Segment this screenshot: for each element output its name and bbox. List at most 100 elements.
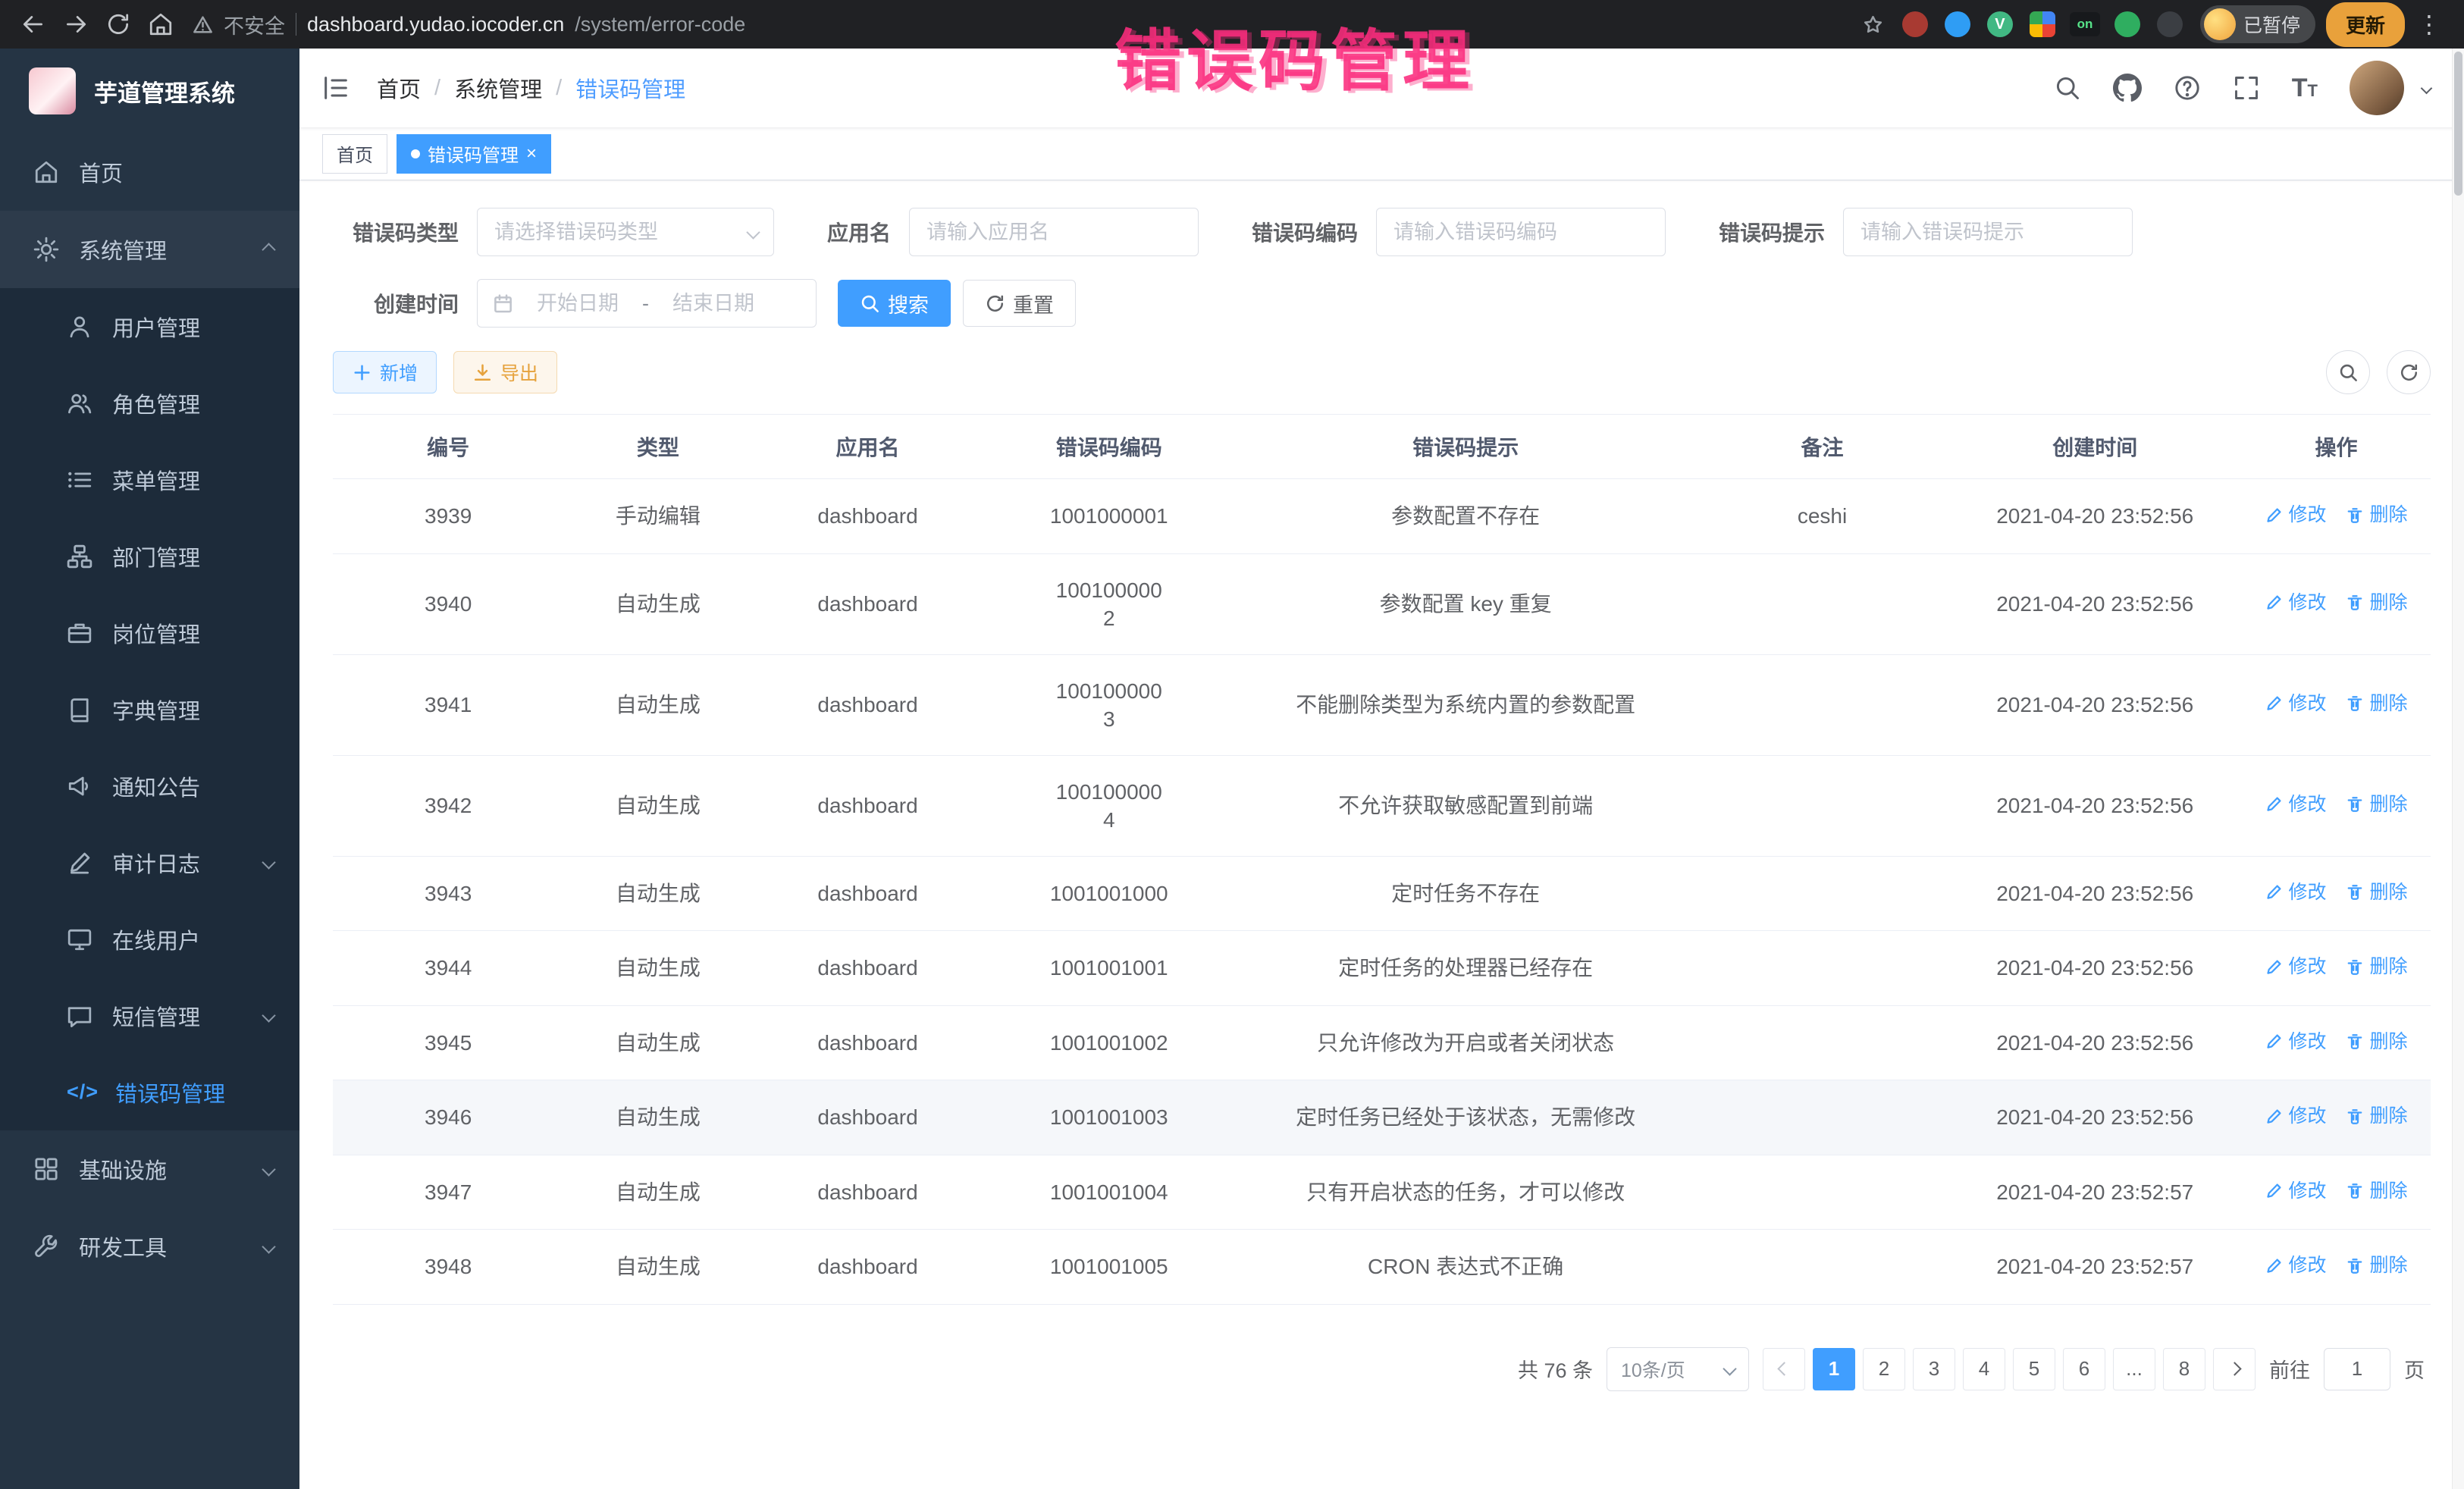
bookmark-star-icon[interactable]	[1863, 14, 1883, 35]
extension-icon-blue[interactable]	[1942, 8, 1973, 40]
error-type-select[interactable]	[477, 208, 774, 256]
page-button[interactable]: 2	[1863, 1348, 1905, 1390]
github-icon[interactable]	[2113, 74, 2142, 102]
font-size-icon[interactable]: TT	[2292, 74, 2318, 103]
download-icon	[472, 362, 493, 383]
edit-link[interactable]: 修改	[2265, 501, 2326, 529]
app-name-field[interactable]	[909, 208, 1199, 256]
search-icon[interactable]	[2054, 74, 2081, 102]
browser-back-button[interactable]	[14, 5, 53, 44]
toggle-search-button[interactable]	[2326, 350, 2370, 394]
page-button[interactable]: 4	[1963, 1348, 2005, 1390]
page-button[interactable]: ...	[2113, 1348, 2155, 1390]
user-avatar[interactable]	[2350, 61, 2404, 115]
error-message-input[interactable]	[1859, 220, 2117, 245]
sidebar-item-audit-log[interactable]: 审计日志	[0, 824, 299, 901]
page-button[interactable]: 3	[1913, 1348, 1955, 1390]
tab-home[interactable]: 首页	[322, 134, 387, 174]
page-size-select[interactable]: 10条/页	[1607, 1347, 1749, 1391]
sidebar-item-label: 首页	[79, 156, 123, 188]
delete-link[interactable]: 删除	[2346, 1252, 2407, 1280]
error-code-input[interactable]	[1392, 220, 1650, 245]
chevron-down-icon[interactable]	[2421, 82, 2433, 94]
edit-link[interactable]: 修改	[2265, 1102, 2326, 1130]
page-button[interactable]: 8	[2163, 1348, 2205, 1390]
breadcrumb-section[interactable]: 系统管理	[454, 72, 542, 104]
tab-error-code-management[interactable]: 错误码管理 ×	[397, 134, 551, 174]
delete-link-label: 删除	[2369, 589, 2407, 617]
add-button[interactable]: 新增	[333, 351, 437, 393]
extension-icon-vue-devtools[interactable]: V	[1984, 8, 2016, 40]
delete-link[interactable]: 删除	[2346, 690, 2407, 718]
browser-forward-button[interactable]	[56, 5, 96, 44]
sidebar-item-dev-tools[interactable]: 研发工具	[0, 1208, 299, 1285]
sidebar-item-role-management[interactable]: 角色管理	[0, 365, 299, 441]
edit-link[interactable]: 修改	[2265, 953, 2326, 981]
sidebar-item-system-management[interactable]: 系统管理	[0, 211, 299, 288]
page-button[interactable]: 5	[2013, 1348, 2055, 1390]
edit-link[interactable]: 修改	[2265, 1252, 2326, 1280]
export-button[interactable]: 导出	[453, 351, 557, 393]
edit-link[interactable]: 修改	[2265, 690, 2326, 718]
help-icon[interactable]	[2174, 74, 2201, 102]
page-button[interactable]: 1	[1813, 1348, 1855, 1390]
error-type-select-input[interactable]	[493, 220, 741, 245]
sidebar-item-post-management[interactable]: 岗位管理	[0, 594, 299, 671]
delete-link[interactable]: 删除	[2346, 1177, 2407, 1205]
edit-link[interactable]: 修改	[2265, 791, 2326, 819]
delete-link[interactable]: 删除	[2346, 879, 2407, 907]
browser-update-button[interactable]: 更新	[2326, 2, 2405, 47]
sidebar-item-notice[interactable]: 通知公告	[0, 748, 299, 824]
delete-link[interactable]: 删除	[2346, 589, 2407, 617]
sidebar-item-error-code-management[interactable]: </> 错误码管理	[0, 1054, 299, 1130]
delete-link[interactable]: 删除	[2346, 501, 2407, 529]
delete-link[interactable]: 删除	[2346, 953, 2407, 981]
date-range-picker[interactable]: -	[477, 279, 817, 328]
delete-link[interactable]: 删除	[2346, 1102, 2407, 1130]
close-icon[interactable]: ×	[526, 145, 537, 163]
browser-home-button[interactable]	[141, 5, 180, 44]
start-date-input[interactable]	[521, 291, 635, 316]
previous-page-button[interactable]	[1763, 1348, 1805, 1390]
sidebar-item-home[interactable]: 首页	[0, 133, 299, 211]
browser-profile-chip[interactable]: 已暂停	[2200, 5, 2315, 43]
end-date-input[interactable]	[657, 291, 770, 316]
edit-link[interactable]: 修改	[2265, 879, 2326, 907]
fullscreen-icon[interactable]	[2233, 74, 2260, 102]
browser-menu-icon[interactable]: ⋮	[2408, 10, 2450, 39]
scrollbar[interactable]	[2452, 49, 2464, 1489]
address-bar[interactable]: 不安全 dashboard.yudao.iocoder.cn/system/er…	[193, 10, 1883, 39]
breadcrumb-home[interactable]: 首页	[377, 72, 421, 104]
sidebar-item-dict-management[interactable]: 字典管理	[0, 671, 299, 748]
sidebar-item-user-management[interactable]: 用户管理	[0, 288, 299, 365]
delete-link[interactable]: 删除	[2346, 1028, 2407, 1056]
sidebar-item-menu-management[interactable]: 菜单管理	[0, 441, 299, 518]
goto-page-input[interactable]	[2324, 1348, 2390, 1390]
browser-refresh-button[interactable]	[99, 5, 138, 44]
sidebar-item-infrastructure[interactable]: 基础设施	[0, 1130, 299, 1208]
hamburger-menu-icon[interactable]	[321, 73, 351, 103]
edit-link[interactable]: 修改	[2265, 1177, 2326, 1205]
reset-button[interactable]: 重置	[963, 280, 1076, 327]
cell-code: 1001001001	[983, 931, 1235, 1006]
edit-link[interactable]: 修改	[2265, 589, 2326, 617]
error-code-field[interactable]	[1376, 208, 1666, 256]
edit-link-label: 修改	[2288, 879, 2326, 907]
delete-link[interactable]: 删除	[2346, 791, 2407, 819]
search-button[interactable]: 搜索	[838, 280, 951, 327]
app-name-input[interactable]	[925, 220, 1183, 245]
extension-icon-green[interactable]	[2111, 8, 2143, 40]
extension-icon-switch-on[interactable]: on	[2069, 8, 2101, 40]
extension-icon-red[interactable]	[1899, 8, 1931, 40]
error-message-field[interactable]	[1843, 208, 2133, 256]
next-page-button[interactable]	[2213, 1348, 2256, 1390]
scrollbar-thumb[interactable]	[2454, 52, 2462, 196]
extension-icon-grid[interactable]	[2027, 8, 2058, 40]
sidebar-item-sms-management[interactable]: 短信管理	[0, 977, 299, 1054]
sidebar-item-department-management[interactable]: 部门管理	[0, 518, 299, 594]
sidebar-item-online-users[interactable]: 在线用户	[0, 901, 299, 977]
edit-link[interactable]: 修改	[2265, 1028, 2326, 1056]
page-button[interactable]: 6	[2063, 1348, 2105, 1390]
extension-icon-dark[interactable]	[2154, 8, 2186, 40]
refresh-table-button[interactable]	[2387, 350, 2431, 394]
